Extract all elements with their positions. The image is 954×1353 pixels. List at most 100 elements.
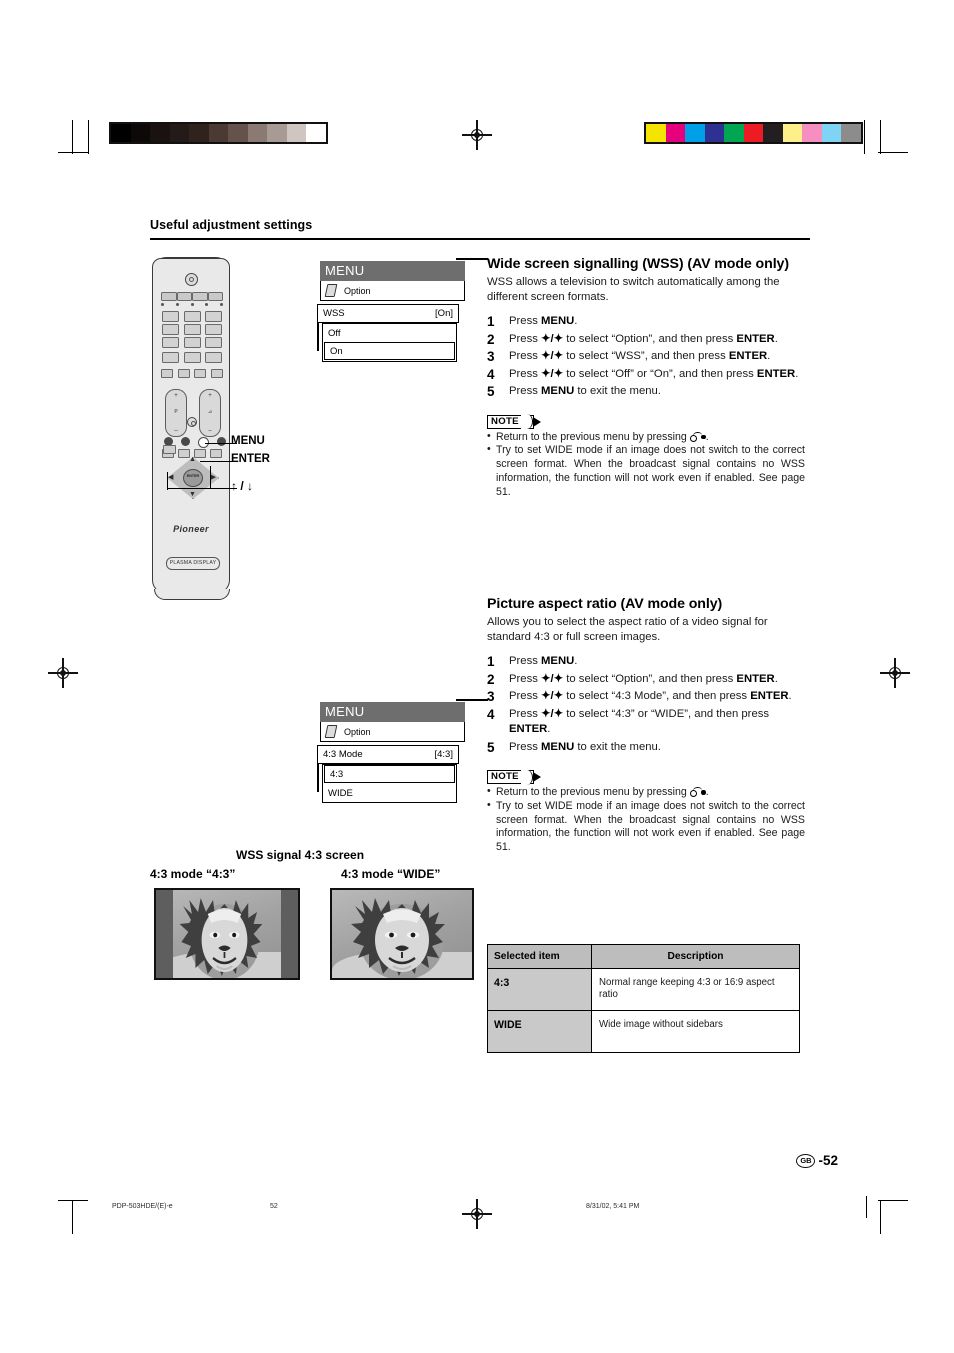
- header-divider: [150, 238, 810, 241]
- list-item: 3 Press ✦/✦ to select “WSS”, and then pre…: [487, 349, 805, 364]
- return-icon: [689, 431, 706, 442]
- note-flag-label: NOTE: [491, 415, 519, 427]
- list-item: Try to set WIDE mode if an image does no…: [487, 443, 805, 499]
- osd-wss-item-on-label: On: [330, 345, 343, 357]
- list-item: Try to set WIDE mode if an image does no…: [487, 799, 805, 855]
- aspect-note-block: NOTE Return to the previous menu by pres…: [487, 766, 805, 855]
- wss-heading: Wide screen signalling (WSS) (AV mode on…: [487, 256, 789, 272]
- list-item: Return to the previous menu by pressing …: [487, 430, 805, 445]
- crop-mark-tr2-v: [864, 120, 866, 154]
- color-calibration-bar: [644, 122, 863, 144]
- registration-target-right: [880, 658, 910, 688]
- osd-aspect-item-wide[interactable]: WIDE: [323, 784, 456, 802]
- osd-wss-item-on[interactable]: On: [324, 342, 455, 360]
- crop-mark-tl2-v: [88, 120, 90, 154]
- tv-preview-43: [154, 888, 300, 980]
- registration-target-top: [462, 120, 492, 150]
- column-header-description: Description: [591, 944, 800, 969]
- cell-item: 4:3: [487, 968, 592, 1011]
- crop-mark-br-v: [880, 1200, 882, 1234]
- printer-timestamp: 8/31/02, 5:41 PM: [586, 1203, 640, 1210]
- crop-mark-tr-v: [880, 120, 882, 154]
- remote-top-key-row: [161, 292, 223, 301]
- option-icon: [324, 725, 338, 738]
- osd-wss-row[interactable]: WSS [On]: [317, 304, 459, 323]
- lion-illustration: [351, 898, 445, 978]
- aspect-notes: Return to the previous menu by pressing …: [487, 785, 805, 855]
- osd-menu-wss: MENU Option WSS [On] Off On: [317, 258, 488, 362]
- list-item: 1 Press MENU.: [487, 654, 805, 669]
- printer-sheet-number: 52: [270, 1203, 278, 1210]
- step-number: 4: [487, 366, 495, 382]
- list-item: 1 Press MENU.: [487, 314, 805, 329]
- remote-numpad-row-4: [162, 352, 222, 363]
- figure-left-label: 4:3 mode “4:3”: [150, 867, 236, 881]
- footer-tick-right: [866, 1196, 868, 1218]
- osd-aspect-row[interactable]: 4:3 Mode [4:3]: [317, 745, 459, 764]
- locale-badge: GB: [796, 1153, 816, 1168]
- return-icon: [689, 786, 706, 798]
- osd-wss-item-off-label: Off: [328, 327, 341, 339]
- tv-preview-wide: [330, 888, 474, 980]
- mute-button-icon: [187, 417, 197, 427]
- column-header-item: Selected item: [487, 944, 592, 969]
- osd-wss-option-row[interactable]: Option: [320, 281, 465, 301]
- osd-aspect-row-label: 4:3 Mode: [323, 749, 363, 760]
- step-number: 3: [487, 349, 495, 365]
- aspect-section: Picture aspect ratio (AV mode only) Allo…: [487, 596, 805, 855]
- step-number: 5: [487, 384, 495, 400]
- step-number: 1: [487, 314, 495, 330]
- lion-illustration: [179, 898, 263, 978]
- wss-steps: 1 Press MENU. 2 Press ✦/✦ to select “Optio…: [487, 314, 805, 399]
- step-number: 2: [487, 331, 495, 347]
- osd-aspect-title: MENU: [320, 702, 465, 722]
- page-section-title: Useful adjustment settings: [150, 218, 313, 232]
- osd-aspect-option-label: Option: [344, 726, 371, 737]
- osd-wss-item-off[interactable]: Off: [323, 324, 456, 342]
- registration-target-bottom: [462, 1199, 492, 1229]
- product-label: PLASMA DISPLAY: [166, 557, 220, 570]
- aspect-mode-table: Selected item Description 4:3 Normal ran…: [487, 944, 800, 1053]
- osd-wss-title: MENU: [320, 261, 465, 281]
- osd-aspect-row-value: [4:3]: [434, 749, 454, 760]
- list-item: 5 Press MENU to exit the menu.: [487, 384, 805, 399]
- wss-intro: WSS allows a television to switch automa…: [487, 276, 780, 304]
- osd-aspect-option-row[interactable]: Option: [320, 722, 465, 742]
- osd-wss-row-label: WSS: [323, 308, 345, 319]
- option-icon: [324, 284, 338, 297]
- osd-menu-aspect: MENU Option 4:3 Mode [4:3] 4:3 WIDE: [317, 699, 488, 803]
- callout-bracket-right: [210, 466, 212, 488]
- manual-page: Useful adjustment settings + P – + ⊿ – ▲…: [0, 0, 954, 1353]
- remote-source-icon-row: [161, 303, 223, 306]
- remote-control-illustration: + P – + ⊿ – ▲ ▼ ◀ ▶ ENTER Pioneer PLASMA…: [152, 257, 230, 600]
- list-item: 4 Press ✦/✦ to select “4:3” or “WIDE”, an…: [487, 706, 770, 736]
- sidebar-left: [156, 890, 173, 978]
- osd-wss-list: Off On: [322, 323, 457, 362]
- list-item: Return to the previous menu by pressing …: [487, 785, 805, 800]
- osd-aspect-item-wide-label: WIDE: [328, 787, 353, 799]
- cell-description: Normal range keeping 4:3 or 16:9 aspect …: [591, 968, 800, 1011]
- note-flag: NOTE: [487, 414, 541, 430]
- osd-wss-option-label: Option: [344, 285, 371, 296]
- osd-wss-row-value: [On]: [435, 308, 453, 319]
- list-item: 4 Press ✦/✦ to select “Off” or “On”, and …: [487, 367, 805, 382]
- list-item: 2 Press ✦/✦ to select “Option”, and then …: [487, 672, 805, 687]
- remote-numpad-row-3: [162, 337, 222, 348]
- volume-rocker-key: + ⊿ –: [199, 389, 221, 437]
- note-flag-label: NOTE: [491, 771, 519, 783]
- figure-right-label: 4:3 mode “WIDE”: [341, 867, 441, 881]
- enter-key: ENTER: [183, 469, 203, 487]
- brand-logo: Pioneer: [173, 524, 209, 534]
- callout-leader-arrows: [167, 488, 237, 490]
- step-number: 2: [487, 671, 495, 687]
- remote-numpad-row-2: [162, 324, 222, 335]
- step-number: 4: [487, 706, 495, 722]
- osd-aspect-top-rule: [456, 699, 488, 702]
- osd-aspect-list: 4:3 WIDE: [322, 764, 457, 803]
- osd-aspect-item-43[interactable]: 4:3: [324, 765, 455, 783]
- crop-mark-tl-h: [58, 152, 88, 154]
- remote-numpad-row-1: [162, 311, 222, 322]
- table-header-row: Selected item Description: [487, 944, 800, 969]
- step-number: 3: [487, 689, 495, 705]
- printer-file-name: PDP-503HDE/(E)-e: [112, 1203, 173, 1210]
